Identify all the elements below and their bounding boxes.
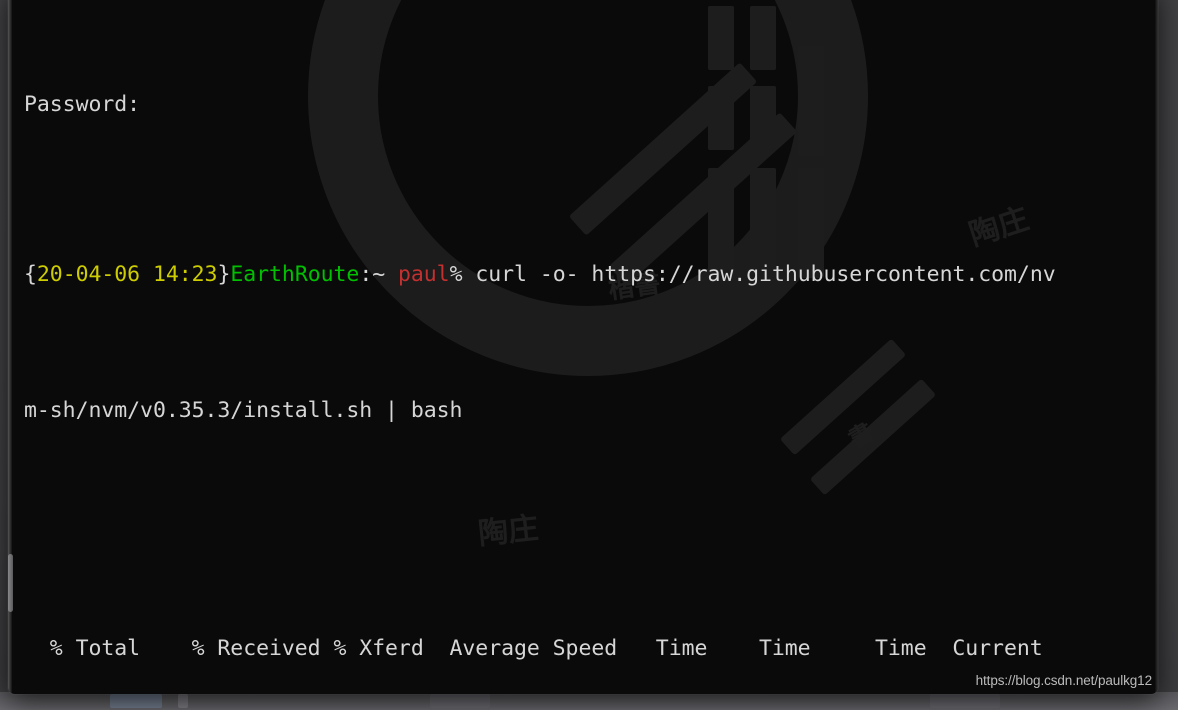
prompt-username: paul: [398, 262, 450, 287]
terminal-line-password-prompt: Password:: [24, 92, 141, 117]
window-right-edge: [1155, 0, 1158, 694]
prompt-sigil: %: [449, 262, 476, 287]
dock-tile: [430, 694, 490, 708]
terminal-prompt-line: {20-04-06 14:23}EarthRoute:~ paul% curl …: [24, 258, 1158, 292]
prompt-brace-open: {: [24, 262, 37, 287]
prompt-date: 20-04-06: [36, 262, 141, 287]
prompt-brace-close: }: [217, 262, 231, 287]
prompt-command: curl -o- https://raw.githubusercontent.c…: [475, 262, 1056, 287]
dock-tile: [110, 694, 162, 708]
csdn-watermark: https://blog.csdn.net/paulkg12: [975, 673, 1152, 688]
terminal-command-wrap: m-sh/nvm/v0.35.3/install.sh | bash: [24, 398, 463, 423]
scrollbar-thumb[interactable]: [8, 554, 13, 612]
dock-strip: [0, 692, 1178, 710]
dock-tile: [930, 694, 1000, 708]
prompt-path: :~: [359, 262, 398, 287]
terminal-window[interactable]: 陶庄 楷書 陶庄 書 Password: {20-04-06 14:23}Ear…: [8, 0, 1158, 694]
prompt-time: 14:23: [152, 262, 218, 287]
dock-tile: [178, 694, 188, 708]
terminal-output-area[interactable]: Password: {20-04-06 14:23}EarthRoute:~ p…: [8, 0, 1158, 694]
terminal-line-curl-header-1: % Total % Received % Xferd Average Speed…: [24, 636, 1043, 661]
prompt-hostname: EarthRoute: [230, 262, 360, 287]
